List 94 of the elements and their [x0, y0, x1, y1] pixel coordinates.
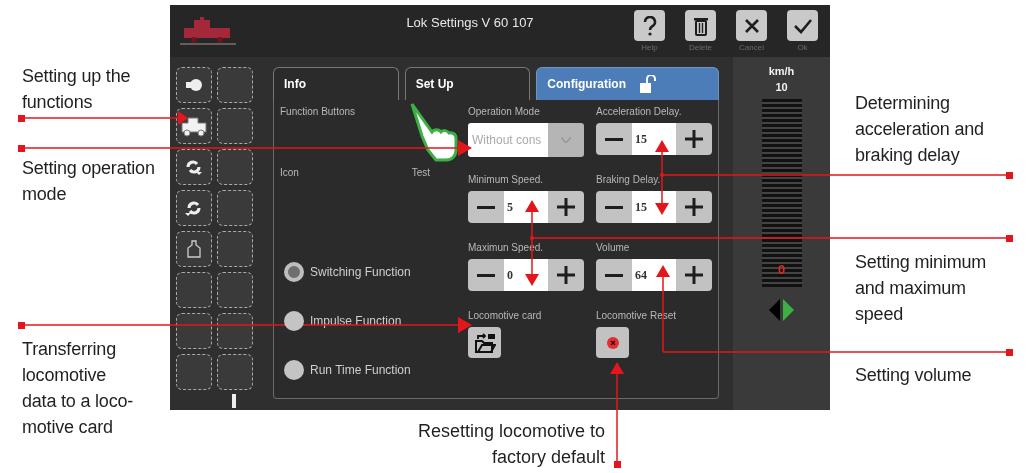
caret-icon	[561, 137, 571, 143]
decrease-button[interactable]	[468, 191, 504, 223]
function-slot[interactable]	[176, 67, 212, 103]
function-slot[interactable]	[217, 67, 253, 103]
hand-pointer-icon	[410, 102, 458, 162]
reset-button[interactable]	[596, 327, 629, 358]
callout-text: Resetting locomotive to factory default	[416, 420, 605, 469]
callout-text: Setting minimum and maximum speed	[855, 251, 988, 326]
function-slot[interactable]	[217, 231, 253, 267]
plus-icon	[685, 198, 703, 216]
minus-icon	[605, 205, 623, 209]
window-title: Lok Settings V 60 107	[405, 14, 535, 30]
function-slot[interactable]	[217, 108, 253, 144]
bottle-icon	[187, 240, 201, 258]
decrease-button[interactable]	[596, 191, 632, 223]
callout-text: Setting volume	[855, 364, 973, 387]
locomotive-card-button[interactable]	[468, 327, 501, 358]
checkmark-icon	[792, 17, 813, 34]
callout-text: Transferring locomotive data to a loco-motive card	[22, 338, 135, 439]
function-slot[interactable]	[176, 272, 212, 308]
decrease-button[interactable]	[596, 123, 632, 155]
cancel-button[interactable]	[736, 10, 767, 41]
function-slot[interactable]	[217, 313, 253, 349]
function-slot[interactable]	[217, 354, 253, 390]
toolbar-label: Help	[641, 43, 658, 52]
rotate-arrows-icon	[184, 157, 204, 177]
function-slot[interactable]	[217, 190, 253, 226]
light-icon	[186, 79, 202, 91]
speed-reading: 0	[776, 262, 787, 277]
scroll-indicator	[231, 394, 236, 408]
setting-label: Minimum Speed.	[468, 174, 545, 187]
minus-icon	[605, 137, 623, 141]
help-button[interactable]	[634, 10, 665, 41]
decrease-button[interactable]	[596, 259, 632, 291]
callout-text: Setting up the functions	[22, 65, 132, 114]
setting-label: Braking Delay.	[596, 174, 662, 187]
minus-icon	[477, 205, 495, 209]
locomotive-logo-icon	[180, 16, 236, 46]
help-icon	[642, 15, 657, 36]
function-slot[interactable]	[176, 108, 212, 144]
radio-button[interactable]	[284, 360, 304, 380]
folder-transfer-icon	[473, 331, 496, 354]
plus-icon	[685, 266, 703, 284]
reset-icon	[606, 336, 619, 349]
minus-icon	[477, 273, 495, 277]
forward-arrow-icon[interactable]	[783, 299, 794, 321]
increase-button[interactable]	[676, 259, 712, 291]
column-header: Icon	[280, 167, 299, 178]
tab[interactable]: Configuration	[536, 67, 719, 100]
delete-button[interactable]	[685, 10, 716, 41]
function-slot[interactable]	[176, 149, 212, 185]
function-slot[interactable]	[217, 149, 253, 185]
column-header: Test	[411, 167, 430, 178]
increase-button[interactable]	[548, 259, 584, 291]
callout-text: Setting operation mode	[22, 157, 156, 206]
speed-unit: km/h	[768, 64, 795, 79]
setting-label: Operation Mode	[468, 106, 541, 119]
function-slot[interactable]	[217, 272, 253, 308]
plus-icon	[557, 198, 575, 216]
trash-icon	[692, 15, 709, 36]
function-slot[interactable]	[176, 354, 212, 390]
toolbar-label: Delete	[688, 43, 713, 52]
minus-icon	[605, 273, 623, 277]
radio-label: Switching Function	[310, 265, 411, 279]
setting-label: Volume	[596, 242, 631, 255]
plus-icon	[685, 130, 703, 148]
section-label: Function Buttons	[280, 106, 357, 117]
locomotive-icon	[179, 115, 209, 137]
ok-button[interactable]	[787, 10, 818, 41]
value-field[interactable]: 0	[504, 259, 548, 291]
value-field[interactable]: 15	[632, 123, 676, 155]
close-icon	[743, 17, 760, 34]
increase-button[interactable]	[676, 191, 712, 223]
function-slot[interactable]	[176, 190, 212, 226]
increase-button[interactable]	[676, 123, 712, 155]
function-slot[interactable]	[176, 231, 212, 267]
value-field[interactable]: 5	[504, 191, 548, 223]
tab[interactable]: Info	[273, 67, 399, 100]
value-field[interactable]: 15	[632, 191, 676, 223]
plus-icon	[557, 266, 575, 284]
value-field[interactable]: 64	[632, 259, 676, 291]
radio-label: Run Time Function	[310, 363, 411, 377]
increase-button[interactable]	[548, 191, 584, 223]
function-slot[interactable]	[176, 313, 212, 349]
setting-label: Locomotive card	[468, 310, 543, 323]
callout-text: Determining acceleration and braking delay	[855, 92, 985, 167]
tab[interactable]: Set Up	[404, 67, 531, 100]
setting-label: Acceleration Delay.	[596, 106, 683, 119]
radio-button[interactable]	[284, 262, 304, 282]
toolbar-label: Ok	[797, 43, 808, 52]
radio-button[interactable]	[284, 311, 304, 331]
speed-maximum: 10	[775, 80, 788, 95]
unlocked-padlock-icon	[639, 75, 656, 93]
decrease-button[interactable]	[468, 259, 504, 291]
